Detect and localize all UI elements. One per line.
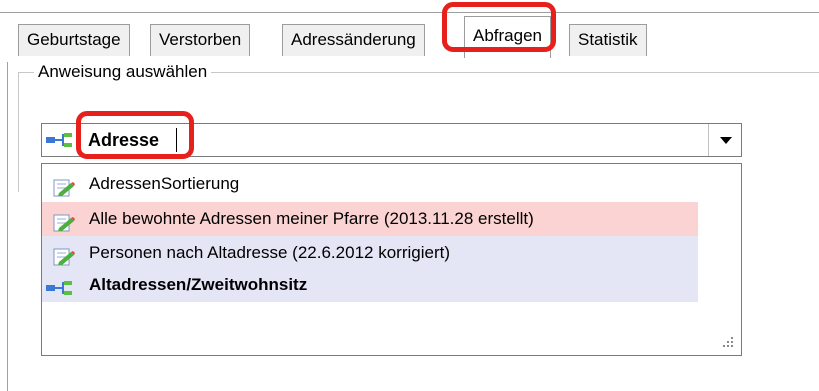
query-flow-icon xyxy=(46,276,80,310)
tab-label: Statistik xyxy=(578,30,638,49)
tab-geburtstage[interactable]: Geburtstage xyxy=(18,24,130,56)
groupbox-label: Anweisung auswählen xyxy=(34,62,212,82)
dropdown-toggle-button[interactable] xyxy=(708,124,741,156)
top-border xyxy=(0,12,819,13)
resize-grip-icon[interactable] xyxy=(723,337,733,347)
chevron-down-icon xyxy=(720,137,732,144)
query-flow-icon xyxy=(46,132,80,155)
input-highlight-marker xyxy=(76,111,194,159)
dropdown-list[interactable]: AdressenSortierung Alle bewohnte Adresse… xyxy=(41,163,742,356)
tab-label: Adressänderung xyxy=(291,30,416,49)
tab-statistik[interactable]: Statistik xyxy=(569,24,647,56)
list-item-label: Altadressen/Zweitwohnsitz xyxy=(89,275,308,294)
list-item[interactable]: Personen nach Altadresse (22.6.2012 korr… xyxy=(42,236,698,270)
tab-highlight-marker xyxy=(442,2,556,52)
tab-label: Geburtstage xyxy=(27,30,121,49)
groupbox-border-left xyxy=(18,72,19,192)
list-item[interactable]: AdressenSortierung xyxy=(42,167,342,201)
tab-verstorben[interactable]: Verstorben xyxy=(150,24,251,56)
list-item-label: Personen nach Altadresse (22.6.2012 korr… xyxy=(89,243,450,262)
left-border xyxy=(7,62,8,391)
list-item[interactable]: Alle bewohnte Adressen meiner Pfarre (20… xyxy=(42,202,698,236)
list-item-label: Alle bewohnte Adressen meiner Pfarre (20… xyxy=(89,209,534,228)
list-item[interactable]: Altadressen/Zweitwohnsitz xyxy=(42,268,698,302)
list-item-label: AdressenSortierung xyxy=(89,174,240,193)
tab-label: Verstorben xyxy=(159,30,242,49)
tab-adressaenderung[interactable]: Adressänderung xyxy=(282,24,425,56)
